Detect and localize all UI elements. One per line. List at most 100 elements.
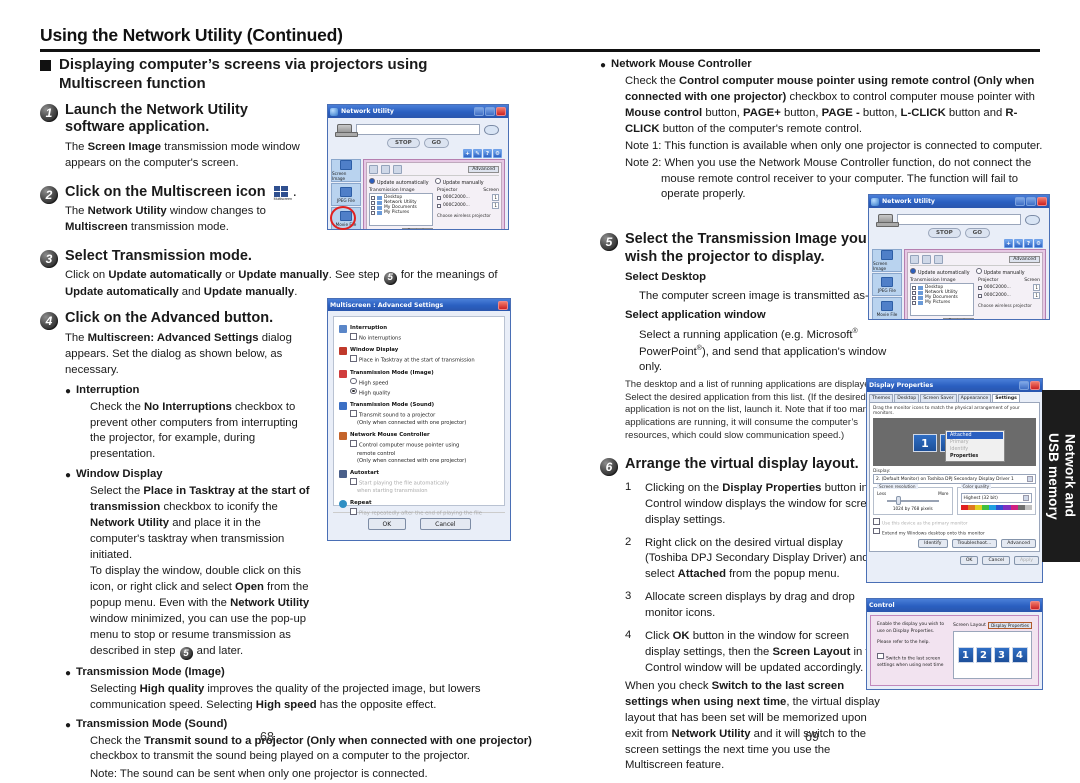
sidebar-movie-file[interactable]: Movie File [872,297,902,319]
tab-themes[interactable]: Themes [869,394,894,402]
resolution-slider[interactable] [887,496,939,505]
screen-select[interactable]: 1 [1033,284,1040,291]
slider-handle[interactable] [896,496,902,505]
help-button[interactable] [1019,381,1029,390]
cancel-button[interactable]: Cancel [982,556,1011,565]
tab-settings[interactable]: Settings [992,394,1020,402]
checkbox[interactable] [437,195,441,200]
stop-button[interactable]: STOP [386,138,420,148]
transmission-image-list[interactable]: Desktop Network Utility My Documents My … [369,193,433,226]
context-menu[interactable]: Attached Primary Identify Properties [945,430,1005,462]
tab-appearance[interactable]: Appearance [957,394,992,402]
checkbox[interactable] [912,300,916,305]
screen-tile-1[interactable]: 1 [957,647,974,663]
monitor-icon-1[interactable]: 1 [913,434,937,452]
menu-item-properties[interactable]: Properties [947,453,1003,460]
maximize-button[interactable] [485,107,495,116]
screen-select[interactable]: 1 [492,194,499,201]
address-input[interactable] [897,214,1021,225]
edit-icon[interactable]: ✎ [473,149,482,158]
minimize-button[interactable] [1015,197,1025,206]
advanced-button[interactable]: Advanced [1009,256,1040,263]
chevron-down-icon[interactable] [1023,495,1029,501]
screen-tile-4[interactable]: 4 [1011,647,1028,663]
troubleshoot-button[interactable]: Troubleshoot... [951,539,998,548]
checkbox-no-interruptions[interactable]: No interruptions [350,333,499,343]
checkbox[interactable] [978,293,982,298]
minimize-button[interactable] [474,107,484,116]
help-icon[interactable]: ? [483,149,492,158]
radio-update-automatically[interactable]: Update automatically [369,178,429,186]
checkbox[interactable] [371,210,375,215]
control-button[interactable]: Control... [402,228,433,229]
display-select[interactable]: 2. (Default Monitor) on Toshiba DPJ Seco… [873,474,1036,484]
screen-tile-2[interactable]: 2 [975,647,992,663]
checkbox[interactable] [912,290,916,295]
radio-high-speed[interactable]: High speed [350,378,499,388]
checkbox-control-mouse[interactable]: Control computer mouse pointer using [350,440,499,450]
edit-icon[interactable]: ✎ [1014,239,1023,248]
toolbar-icon-1[interactable] [910,255,919,264]
radio-high-quality[interactable]: High quality [350,388,499,398]
toolbar-icon-2[interactable] [922,255,931,264]
ok-button[interactable]: OK [367,518,407,530]
screen-select[interactable]: 1 [492,202,499,209]
sidebar-jpeg-file[interactable]: JPEG File [872,273,902,296]
checkbox-place-in-tasktray[interactable]: Place in Tasktray at the start of transm… [350,355,499,365]
color-quality-select[interactable]: Highest (32 bit) [960,493,1032,503]
sidebar-screen-image[interactable]: Screen Image [872,249,902,272]
radio-update-automatically[interactable]: Update automatically [910,268,970,276]
add-icon[interactable]: + [1004,239,1013,248]
screen-select[interactable]: 1 [1033,292,1040,299]
checkbox[interactable] [371,205,375,210]
close-button[interactable] [1037,197,1047,206]
close-button[interactable] [1030,601,1040,610]
settings-icon[interactable]: ⚙ [1034,239,1043,248]
checkbox[interactable] [437,203,441,208]
menu-item-identify[interactable]: Identify [947,446,1003,453]
close-button[interactable] [498,300,508,310]
checkbox[interactable] [371,195,375,200]
checkbox-transmit-sound[interactable]: Transmit sound to a projector [350,410,499,420]
address-input[interactable] [356,124,480,135]
radio-update-manually[interactable]: Update manually [976,268,1025,276]
control-body: Enable the display you wish to use on Di… [873,618,1036,683]
control-button[interactable]: Control... [943,318,974,319]
toolbar-icon-3[interactable] [934,255,943,264]
cancel-button[interactable]: Cancel [420,518,471,530]
transmission-image-list[interactable]: Desktop Network Utility My Documents My … [910,283,974,316]
checkbox-switch-last-screen[interactable]: Switch to the last screen settings when … [877,653,949,670]
identify-button[interactable]: Identify [918,539,948,548]
toolbar-icon-2[interactable] [381,165,390,174]
maximize-button[interactable] [1026,197,1036,206]
sidebar-screen-image[interactable]: Screen Image [331,159,361,182]
chevron-down-icon[interactable] [1027,476,1033,482]
toolbar-icon-1[interactable] [369,165,378,174]
add-icon[interactable]: + [463,149,472,158]
go-button[interactable]: GO [964,228,991,238]
checkbox[interactable] [371,200,375,205]
menu-item-attached[interactable]: Attached [947,432,1003,439]
tab-screen-saver[interactable]: Screen Saver [920,394,957,402]
monitor-arrangement-canvas[interactable]: 1 2 Attached Primary Identify Properties [873,418,1036,466]
advanced-button[interactable]: Advanced [468,166,499,173]
advanced-button[interactable]: Advanced [1001,539,1036,548]
radio-update-manually[interactable]: Update manually [435,178,484,186]
checkbox[interactable] [912,285,916,290]
help-icon[interactable]: ? [1024,239,1033,248]
screen-tile-3[interactable]: 3 [993,647,1010,663]
settings-icon[interactable]: ⚙ [493,149,502,158]
close-button[interactable] [496,107,506,116]
go-button[interactable]: GO [423,138,450,148]
ok-button[interactable]: OK [959,556,979,565]
checkbox[interactable] [912,295,916,300]
close-button[interactable] [1030,381,1040,390]
stop-button[interactable]: STOP [927,228,961,238]
toolbar-icon-3[interactable] [393,165,402,174]
display-properties-button[interactable]: Display Properties [988,622,1032,629]
layout-canvas[interactable]: 1 2 3 4 [953,631,1032,679]
sidebar-jpeg-file[interactable]: JPEG File [331,183,361,206]
checkbox-extend-desktop[interactable]: Extend my Windows desktop onto this moni… [873,528,1036,536]
checkbox[interactable] [978,285,982,290]
tab-desktop[interactable]: Desktop [894,394,920,402]
